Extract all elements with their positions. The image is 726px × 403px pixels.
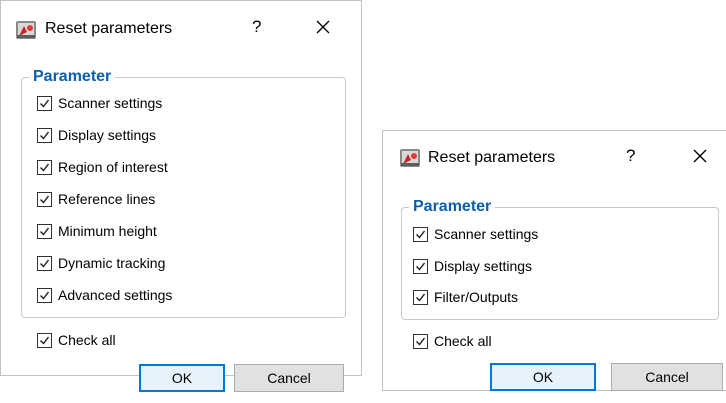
help-icon[interactable]: ? bbox=[252, 17, 261, 37]
checkmark-icon bbox=[40, 163, 50, 172]
option-label: Dynamic tracking bbox=[58, 255, 166, 271]
checkmark-icon bbox=[416, 262, 426, 271]
option-minimum-height[interactable]: Minimum height bbox=[37, 220, 157, 242]
checkbox[interactable] bbox=[37, 127, 52, 143]
checkbox[interactable] bbox=[37, 332, 52, 348]
option-scanner-settings[interactable]: Scanner settings bbox=[413, 223, 538, 245]
option-label: Advanced settings bbox=[58, 287, 173, 303]
checkbox[interactable] bbox=[413, 226, 428, 242]
scanner-app-icon bbox=[16, 21, 36, 39]
checkbox[interactable] bbox=[37, 159, 52, 175]
checkmark-icon bbox=[40, 195, 50, 204]
option-display-settings[interactable]: Display settings bbox=[37, 124, 156, 146]
option-filter-outputs[interactable]: Filter/Outputs bbox=[413, 286, 518, 308]
checkmark-icon bbox=[40, 336, 50, 345]
dialog-title: Reset parameters bbox=[45, 20, 173, 37]
checkmark-icon bbox=[416, 230, 426, 239]
checkbox[interactable] bbox=[37, 95, 52, 111]
title-bar: Reset parameters ? bbox=[383, 131, 726, 189]
option-display-settings[interactable]: Display settings bbox=[413, 255, 532, 277]
reset-parameters-dialog-2: Reset parameters ? Parameter Scanner set… bbox=[382, 130, 726, 391]
checkmark-icon bbox=[40, 227, 50, 236]
option-advanced-settings[interactable]: Advanced settings bbox=[37, 284, 172, 306]
option-dynamic-tracking[interactable]: Dynamic tracking bbox=[37, 252, 165, 274]
checkbox[interactable] bbox=[37, 255, 52, 271]
title-bar: Reset parameters ? bbox=[1, 1, 361, 59]
cancel-button[interactable]: Cancel bbox=[234, 364, 344, 392]
help-icon[interactable]: ? bbox=[626, 146, 635, 166]
check-all-label: Check all bbox=[434, 333, 492, 349]
option-label: Region of interest bbox=[58, 159, 168, 175]
ok-button[interactable]: OK bbox=[490, 363, 596, 391]
option-label: Scanner settings bbox=[58, 95, 163, 111]
option-label: Display settings bbox=[434, 258, 533, 274]
check-all[interactable]: Check all bbox=[37, 329, 116, 351]
checkbox[interactable] bbox=[37, 223, 52, 239]
option-region-of-interest[interactable]: Region of interest bbox=[37, 156, 168, 178]
checkmark-icon bbox=[40, 259, 50, 268]
cancel-button[interactable]: Cancel bbox=[611, 363, 723, 391]
reset-parameters-dialog-1: Reset parameters ? Parameter Scanner set… bbox=[0, 0, 362, 392]
checkmark-icon bbox=[40, 99, 50, 108]
dialog-title: Reset parameters bbox=[428, 149, 556, 166]
checkmark-icon bbox=[40, 131, 50, 140]
close-icon[interactable] bbox=[683, 142, 717, 170]
check-all-label: Check all bbox=[58, 332, 116, 348]
close-icon[interactable] bbox=[306, 13, 340, 41]
option-label: Scanner settings bbox=[434, 226, 539, 242]
checkmark-icon bbox=[416, 337, 426, 346]
checkbox[interactable] bbox=[37, 191, 52, 207]
checkmark-icon bbox=[416, 293, 426, 302]
scanner-app-icon bbox=[400, 149, 420, 167]
option-scanner-settings[interactable]: Scanner settings bbox=[37, 92, 162, 114]
checkbox[interactable] bbox=[413, 258, 428, 274]
option-label: Display settings bbox=[58, 127, 157, 143]
checkbox[interactable] bbox=[413, 333, 428, 349]
checkmark-icon bbox=[40, 291, 50, 300]
option-label: Filter/Outputs bbox=[434, 289, 519, 305]
option-reference-lines[interactable]: Reference lines bbox=[37, 188, 155, 210]
ok-button[interactable]: OK bbox=[139, 364, 225, 392]
group-title: Parameter bbox=[409, 197, 496, 217]
option-label: Reference lines bbox=[58, 191, 156, 207]
check-all[interactable]: Check all bbox=[413, 330, 492, 352]
checkbox[interactable] bbox=[37, 287, 52, 303]
group-title: Parameter bbox=[29, 67, 116, 87]
checkbox[interactable] bbox=[413, 289, 428, 305]
option-label: Minimum height bbox=[58, 223, 157, 239]
